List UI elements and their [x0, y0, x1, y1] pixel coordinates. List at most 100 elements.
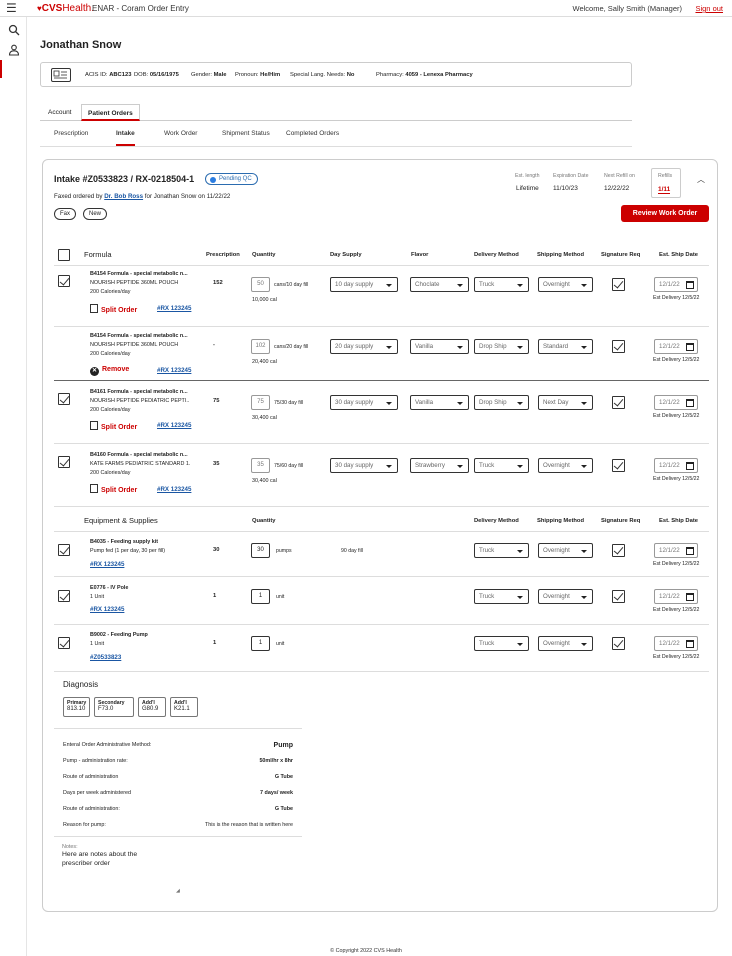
quantity-input[interactable]: 30 — [251, 543, 270, 558]
search-icon[interactable] — [7, 24, 21, 38]
signature-checkbox[interactable] — [612, 459, 625, 472]
rx-link[interactable]: #RX 123245 — [157, 486, 191, 493]
tab-completed-orders[interactable]: Completed Orders — [286, 130, 339, 137]
delivery-method-select[interactable]: Truck — [474, 589, 529, 604]
formula-row: B4154 Formula - special metabolic n... N… — [54, 271, 709, 321]
ship-date-input[interactable]: 12/1/22 — [654, 277, 698, 292]
copy-icon — [90, 421, 98, 430]
quantity-input[interactable]: 1 — [251, 636, 270, 651]
admin-details: Enteral Order Administrative Method: Pump… — [63, 742, 293, 828]
signature-checkbox[interactable] — [612, 544, 625, 557]
status-badge: Pending QC — [205, 173, 258, 185]
rx-link[interactable]: #Z0533823 — [90, 654, 121, 661]
shipping-method-select[interactable]: Overnight — [538, 636, 593, 651]
rx-link[interactable]: #RX 123245 — [90, 606, 124, 613]
divider — [54, 624, 709, 625]
quantity-input[interactable]: 50 — [251, 277, 270, 292]
calendar-icon[interactable] — [686, 343, 694, 351]
tab-prescription[interactable]: Prescription — [54, 130, 88, 137]
user-icon[interactable] — [7, 44, 21, 58]
ship-date-input[interactable]: 12/1/22 — [654, 395, 698, 410]
signature-checkbox[interactable] — [612, 590, 625, 603]
ship-date-input[interactable]: 12/1/22 — [654, 458, 698, 473]
quantity-input[interactable]: 35 — [251, 458, 270, 473]
flavor-select[interactable]: Vanilla — [410, 395, 469, 410]
calendar-icon[interactable] — [686, 281, 694, 289]
row-checkbox[interactable] — [58, 456, 70, 468]
collapse-chevron-icon[interactable]: ︿ — [697, 174, 705, 185]
shipping-method-select[interactable]: Next Day — [538, 395, 593, 410]
delivery-method-select[interactable]: Drop Ship — [474, 395, 529, 410]
left-rail — [0, 17, 27, 956]
resize-handle-icon[interactable]: ◢ — [176, 888, 180, 894]
row-checkbox[interactable] — [58, 275, 70, 287]
ship-date-input[interactable]: 12/1/22 — [654, 339, 698, 354]
calendar-icon[interactable] — [686, 593, 694, 601]
row-checkbox[interactable] — [58, 590, 70, 602]
day-supply-select[interactable]: 30 day supply — [330, 395, 398, 410]
tab-patient-orders[interactable]: Patient Orders — [81, 104, 140, 121]
tab-shipment-status[interactable]: Shipment Status — [222, 130, 270, 137]
day-supply-select[interactable]: 30 day supply — [330, 458, 398, 473]
delivery-method-select[interactable]: Drop Ship — [474, 339, 529, 354]
flavor-select[interactable]: Choclate — [410, 277, 469, 292]
select-all-checkbox[interactable] — [58, 249, 70, 261]
flavor-select[interactable]: Vanilla — [410, 339, 469, 354]
hamburger-menu-icon[interactable]: ☰ — [6, 2, 17, 14]
shipping-method-select[interactable]: Overnight — [538, 458, 593, 473]
shipping-method-select[interactable]: Standard — [538, 339, 593, 354]
day-supply-select[interactable]: 10 day supply — [330, 277, 398, 292]
quantity-input[interactable]: 102 — [251, 339, 270, 354]
row-checkbox[interactable] — [58, 544, 70, 556]
signature-checkbox[interactable] — [612, 637, 625, 650]
signature-checkbox[interactable] — [612, 340, 625, 353]
remove-action[interactable]: ✕ Remove — [90, 366, 129, 376]
tab-account[interactable]: Account — [48, 109, 72, 116]
ship-date-input[interactable]: 12/1/22 — [654, 589, 698, 604]
delivery-method-select[interactable]: Truck — [474, 458, 529, 473]
delivery-method-select[interactable]: Truck — [474, 277, 529, 292]
delivery-method-select[interactable]: Truck — [474, 543, 529, 558]
rx-link[interactable]: #RX 123245 — [157, 305, 191, 312]
quantity-input[interactable]: 75 — [251, 395, 270, 410]
ship-date-input[interactable]: 12/1/22 — [654, 636, 698, 651]
split-order-action[interactable]: Split Order — [90, 484, 137, 494]
status-dot-icon — [210, 177, 216, 183]
acis-id: ACIS ID: ABC123 — [85, 72, 132, 78]
est-length-value: Lifetime — [516, 185, 539, 192]
calendar-icon[interactable] — [686, 547, 694, 555]
ship-date-input[interactable]: 12/1/22 — [654, 543, 698, 558]
tab-work-order[interactable]: Work Order — [164, 130, 197, 137]
flavor-select[interactable]: Strawberry — [410, 458, 469, 473]
review-work-order-button[interactable]: Review Work Order — [621, 205, 709, 222]
rx-link[interactable]: #RX 123245 — [157, 422, 191, 429]
equipment-header: Equipment & Supplies Quantity Delivery M… — [84, 516, 698, 525]
rx-link[interactable]: #RX 123245 — [157, 367, 191, 374]
calendar-icon[interactable] — [686, 462, 694, 470]
row-checkbox[interactable] — [58, 393, 70, 405]
day-supply-select[interactable]: 20 day supply — [330, 339, 398, 354]
row-checkbox[interactable] — [58, 637, 70, 649]
calendar-icon[interactable] — [686, 399, 694, 407]
refills-box: Refills 1/11 — [651, 168, 681, 198]
notes-field[interactable]: Notes: Here are notes about the prescrib… — [62, 844, 222, 902]
doctor-link[interactable]: Dr. Bob Ross — [104, 193, 143, 200]
delivery-method-select[interactable]: Truck — [474, 636, 529, 651]
diagnosis-title: Diagnosis — [63, 680, 99, 689]
shipping-method-select[interactable]: Overnight — [538, 589, 593, 604]
tab-intake[interactable]: Intake — [116, 130, 135, 146]
signature-checkbox[interactable] — [612, 396, 625, 409]
shipping-method-select[interactable]: Overnight — [538, 277, 593, 292]
signature-checkbox[interactable] — [612, 278, 625, 291]
sign-out-link[interactable]: Sign out — [695, 4, 723, 13]
notes-text: Here are notes about the prescriber orde… — [62, 851, 138, 867]
formula-header: Formula Prescription Quantity Day Supply… — [54, 247, 709, 265]
calendar-icon[interactable] — [686, 640, 694, 648]
split-order-action[interactable]: Split Order — [90, 304, 137, 314]
split-order-action[interactable]: Split Order — [90, 421, 137, 431]
rx-link[interactable]: #RX 123245 — [90, 561, 124, 568]
shipping-method-select[interactable]: Overnight — [538, 543, 593, 558]
divider — [54, 531, 709, 532]
copy-icon — [90, 484, 98, 493]
quantity-input[interactable]: 1 — [251, 589, 270, 604]
